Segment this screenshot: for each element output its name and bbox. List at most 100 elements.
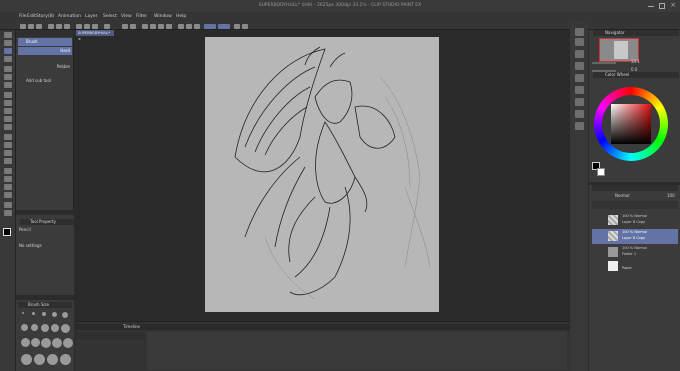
brush-size-preset[interactable] [21,324,28,331]
deselect-icon[interactable] [150,23,156,29]
redo-icon[interactable] [130,23,136,29]
clear-icon[interactable] [142,23,148,29]
minimize-icon[interactable] [648,6,654,7]
main-color-swatch[interactable] [3,228,11,236]
decoration-tool-icon[interactable] [4,124,12,130]
settings-icon[interactable] [76,23,82,29]
menu-help[interactable]: Help [176,14,186,19]
brush-size-preset[interactable] [32,312,35,315]
subtool-item-hard[interactable]: Hard [18,47,72,55]
color-slider-icon[interactable] [575,74,584,82]
color-set-icon[interactable] [575,62,584,70]
layer-row[interactable]: 100 % Normal Folder 1 [592,245,678,260]
color-history-icon[interactable] [575,86,584,94]
brush-size-preset[interactable] [62,312,68,318]
canvas-paper[interactable] [205,37,439,312]
eye-icon[interactable] [594,233,600,238]
menu-edit[interactable]: Edit [27,14,36,19]
brush-size-preset[interactable] [41,324,49,332]
brush-size-preset[interactable] [61,324,70,333]
search-layer-icon[interactable] [575,122,584,130]
close-icon[interactable]: × [670,1,676,9]
menu-filter[interactable]: Filter [136,14,147,19]
figure-tool-icon[interactable] [4,168,12,174]
saturation-value-square[interactable] [611,104,651,144]
brush-size-preset[interactable] [52,338,62,348]
brush-size-preset[interactable] [47,354,58,365]
brush-size-preset[interactable] [52,312,57,317]
brush-size-preset[interactable] [51,324,59,332]
cut-icon[interactable] [64,23,70,29]
brush-size-preset[interactable] [34,354,45,365]
ruler-tool-icon[interactable] [4,184,12,190]
move-tool-icon[interactable] [4,40,12,46]
brush-size-preset[interactable] [60,354,71,365]
text-tool-icon[interactable] [4,192,12,198]
maximize-icon[interactable] [659,3,665,9]
layer-panel-tabs[interactable] [592,185,678,191]
subtool-item-pebble[interactable]: Pebble [18,63,72,71]
zoom-slider[interactable] [592,62,616,64]
pencil-tool-icon[interactable] [4,100,12,106]
menu-layer[interactable]: Layer [85,14,98,19]
selection-tool-icon[interactable] [4,66,12,72]
layer-property-icon[interactable] [575,110,584,118]
layer-row[interactable]: 100 % Normal Layer 8 Copy [592,213,678,228]
print-icon[interactable] [92,23,98,29]
lasso-tool-icon[interactable] [4,74,12,80]
save-icon[interactable] [36,23,42,29]
fill-tool-icon[interactable] [4,150,12,156]
eye-icon[interactable] [594,249,600,254]
layer-row[interactable]: Paper [592,259,678,274]
fill-icon[interactable] [158,23,164,29]
timeline-controls[interactable] [75,332,145,340]
correct-line-tool-icon[interactable] [4,210,12,216]
layer-row[interactable]: 100 % Normal Layer 6 Copy [592,229,678,244]
brush-size-preset[interactable] [21,354,32,365]
brush-size-preset[interactable] [41,338,51,348]
brush-size-preset[interactable] [31,338,40,347]
material-icon[interactable] [575,98,584,106]
transform-icon[interactable] [166,23,172,29]
brush-size-preset[interactable] [42,312,46,316]
menu-animation[interactable]: Animation [58,14,81,19]
stabilizer-icon[interactable] [204,23,216,29]
operation-tool-icon[interactable] [4,48,12,54]
subtool-item-brush[interactable]: Brush [18,38,72,46]
new-icon[interactable] [20,23,26,29]
balloon-tool-icon[interactable] [4,202,12,208]
symmetry-icon[interactable] [242,23,248,29]
brush-size-preset[interactable] [21,338,30,347]
timeline-track[interactable] [147,332,567,370]
zoom-tool-icon[interactable] [4,32,12,38]
ruler-icon[interactable] [194,23,200,29]
pen-pressure-icon[interactable] [218,23,230,29]
layer-toolbar[interactable] [592,201,678,209]
navigator-icon[interactable] [575,28,584,36]
paste-icon[interactable] [56,23,62,29]
snap-icon[interactable] [234,23,240,29]
grid-icon[interactable] [186,23,192,29]
export-icon[interactable] [84,23,90,29]
add-subtool-button[interactable]: Add sub tool [18,77,72,85]
eyedropper-tool-icon[interactable] [4,82,12,88]
brush-size-preset[interactable] [22,312,24,314]
gradient-tool-icon[interactable] [4,158,12,164]
eye-icon[interactable] [594,263,600,268]
info-icon[interactable] [575,50,584,58]
frame-tool-icon[interactable] [4,176,12,182]
menu-story[interactable]: Story(B) [36,14,55,19]
sub-color-chip[interactable] [597,168,605,176]
brush-size-preset[interactable] [31,324,38,331]
menu-file[interactable]: File [19,14,27,19]
eye-icon[interactable] [594,217,600,222]
opacity-value[interactable]: 100 [667,193,675,198]
layer-move-tool-icon[interactable] [4,56,12,62]
sub-tool-tabs[interactable] [16,30,74,37]
open-icon[interactable] [28,23,34,29]
menu-view[interactable]: View [121,14,132,19]
subview-icon[interactable] [575,38,584,46]
pen-tool-icon[interactable] [4,92,12,98]
help-icon[interactable] [104,23,110,29]
layer-icon[interactable] [178,23,184,29]
